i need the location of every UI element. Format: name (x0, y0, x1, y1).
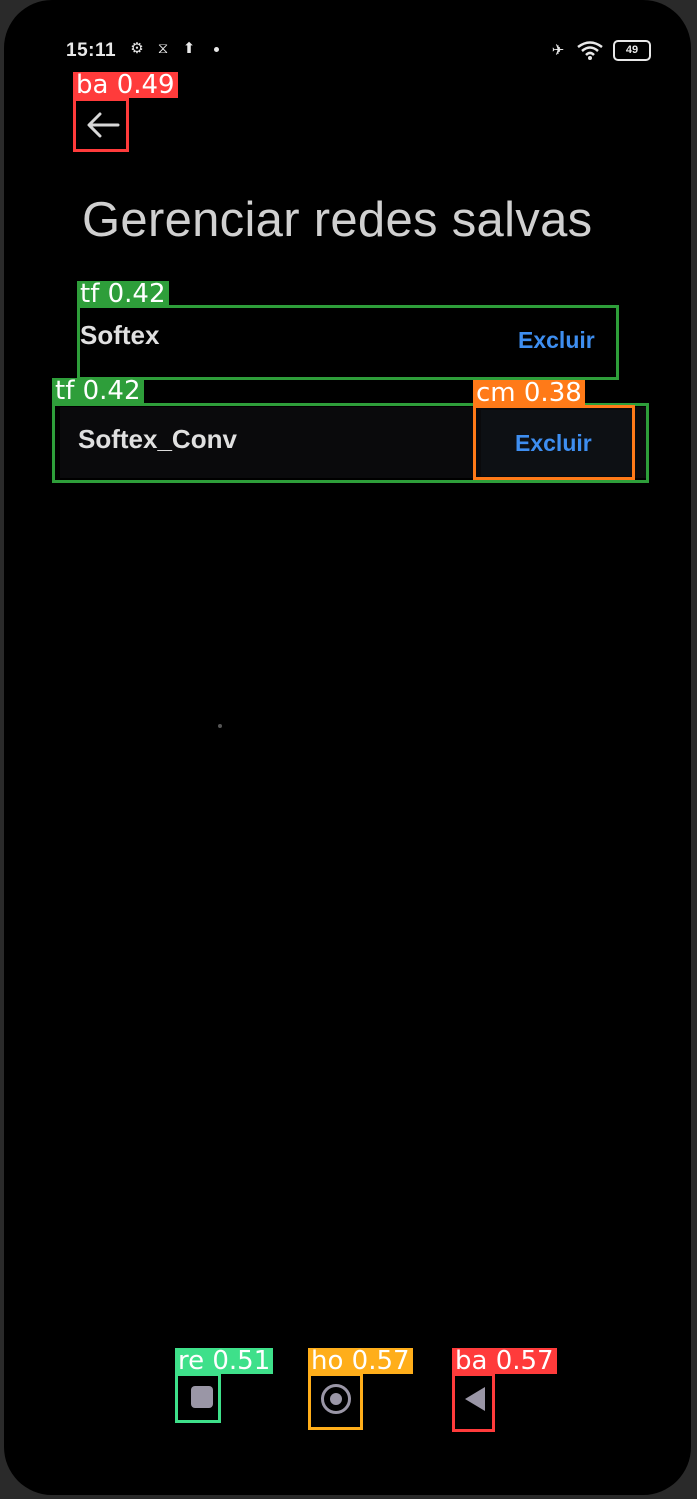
annotation-label-nav-back: ba 0.57 (452, 1348, 557, 1374)
status-icons-right: ✈ 49 (549, 40, 651, 61)
touch-dot (218, 724, 222, 728)
status-icons-left: ⚙ ⧖ ⬆ (128, 40, 219, 58)
dot-icon (214, 46, 219, 52)
annotation-box-back (73, 98, 129, 152)
sync-icon: ⧖ (157, 40, 169, 57)
annotation-label-network-1: tf 0.42 (77, 281, 169, 307)
annotation-box-recent (175, 1373, 221, 1423)
annotation-label-network-2: tf 0.42 (52, 378, 144, 404)
annotation-label-delete: cm 0.38 (473, 380, 585, 406)
annotation-label-back: ba 0.49 (73, 72, 178, 98)
annotation-box-nav-back (452, 1373, 495, 1432)
annotation-box-home (308, 1373, 363, 1430)
upload-icon: ⬆ (182, 40, 196, 57)
wifi-icon (577, 40, 603, 60)
phone-screen: 15:11 ⚙ ⧖ ⬆ ✈ 49 Gerenciar redes salvas … (4, 0, 691, 1495)
annotation-label-home: ho 0.57 (308, 1348, 413, 1374)
page-title: Gerenciar redes salvas (82, 193, 593, 247)
battery-icon: 49 (613, 40, 651, 61)
annotation-label-recent: re 0.51 (175, 1348, 274, 1374)
airplane-icon: ✈ (551, 41, 565, 59)
annotation-box-delete (473, 405, 635, 480)
gear-icon: ⚙ (130, 40, 144, 57)
status-time: 15:11 (66, 40, 117, 61)
annotation-box-network-1 (77, 305, 619, 380)
